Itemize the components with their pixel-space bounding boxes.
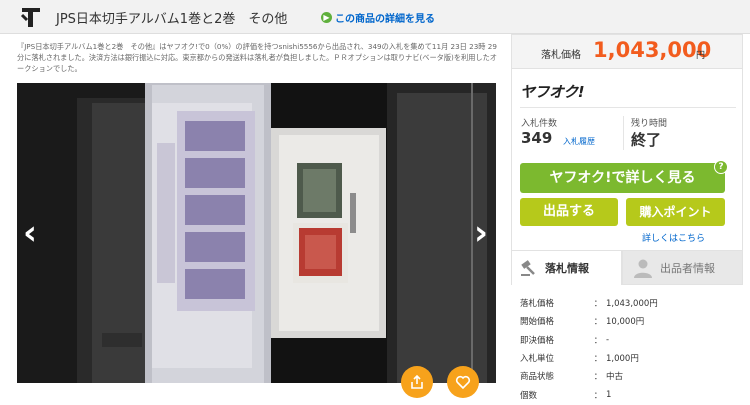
info-value: 1,043,000円 — [606, 299, 658, 310]
help-icon[interactable]: ? — [714, 160, 728, 174]
divider — [520, 107, 736, 108]
final-price-unit: 円 — [696, 51, 706, 61]
page-header: JPS日本切手アルバム1巻と2巻 その他 ▶ この商品の詳細を見る — [0, 0, 750, 34]
share-icon[interactable] — [401, 366, 433, 398]
favorite-heart-icon[interactable] — [447, 366, 479, 398]
site-logo-icon[interactable] — [18, 5, 44, 29]
info-value: 10,000円 — [606, 317, 645, 328]
item-photo[interactable]: ‹ › — [17, 83, 496, 383]
info-value: 中古 — [606, 372, 624, 383]
info-colon: ： — [593, 335, 603, 346]
auction-description: 『JPS日本切手アルバム1巻と2巻 その他』はヤフオク!で0（0%）の評価を持つ… — [17, 42, 497, 73]
info-colon: ： — [593, 299, 603, 310]
final-price-box: 落札価格 1,043,000 円 — [511, 34, 743, 69]
bids-count: 349 — [521, 129, 553, 147]
info-key: 即決価格 — [520, 335, 555, 346]
winning-bid-info-table: 落札価格 ： 1,043,000円 開始価格 ： 10,000円 即決価格 ： … — [520, 294, 735, 404]
info-key: 入札単位 — [520, 354, 555, 365]
info-colon: ： — [593, 372, 603, 383]
next-photo-icon[interactable]: › — [474, 213, 488, 253]
info-value: 1,000円 — [606, 354, 639, 365]
info-row: 個数 ： 1 — [520, 385, 735, 403]
info-key: 個数 — [520, 390, 538, 401]
bid-history-link[interactable]: 入札履歴 — [563, 136, 595, 147]
tab-winning-bid-info[interactable]: 落札情報 — [511, 250, 622, 285]
info-row: 開始価格 ： 10,000円 — [520, 312, 735, 330]
info-tabs: 落札情報 出品者情報 — [511, 250, 743, 285]
yafuoku-logo: ヤフオク! — [520, 83, 585, 101]
prev-photo-icon[interactable]: ‹ — [23, 213, 37, 253]
item-detail-link-label: この商品の詳細を見る — [335, 14, 435, 25]
info-row: 商品状態 ： 中古 — [520, 367, 735, 385]
sell-button[interactable]: 出品する — [520, 198, 618, 226]
gavel-icon — [521, 260, 535, 276]
info-key: 落札価格 — [520, 299, 555, 310]
final-price-label: 落札価格 — [541, 50, 581, 61]
info-value: - — [606, 334, 610, 345]
page-title: JPS日本切手アルバム1巻と2巻 その他 — [56, 12, 288, 27]
auction-sidebar: 落札価格 1,043,000 円 ヤフオク! 入札件数 349 入札履歴 残り時… — [511, 34, 743, 405]
user-icon — [634, 259, 652, 278]
tab-winning-bid-info-label: 落札情報 — [545, 262, 589, 275]
info-colon: ： — [593, 390, 603, 401]
remaining-time-value: 終了 — [631, 131, 662, 149]
info-colon: ： — [593, 317, 603, 328]
info-colon: ： — [593, 354, 603, 365]
item-detail-link[interactable]: ▶ この商品の詳細を見る — [321, 10, 435, 25]
info-value: 1 — [606, 389, 612, 400]
info-row: 落札価格 ： 1,043,000円 — [520, 294, 735, 312]
arrow-right-icon: ▶ — [321, 12, 332, 23]
purchase-points-button[interactable]: 購入ポイント — [626, 198, 725, 226]
remaining-time-label: 残り時間 — [631, 119, 668, 129]
info-row: 即決価格 ： - — [520, 331, 735, 349]
tab-seller-info[interactable]: 出品者情報 — [622, 250, 743, 285]
divider — [623, 116, 624, 150]
view-on-yafuoku-button[interactable]: ヤフオク!で詳しく見る — [520, 163, 725, 193]
points-details-link[interactable]: 詳しくはこちら — [642, 231, 705, 244]
tab-seller-info-label: 出品者情報 — [660, 261, 715, 275]
info-key: 商品状態 — [520, 372, 555, 383]
info-key: 開始価格 — [520, 317, 555, 328]
bids-label: 入札件数 — [521, 119, 558, 129]
item-photo-image — [17, 83, 496, 383]
final-price-value: 1,043,000 — [593, 38, 712, 62]
info-row: 入札単位 ： 1,000円 — [520, 349, 735, 367]
